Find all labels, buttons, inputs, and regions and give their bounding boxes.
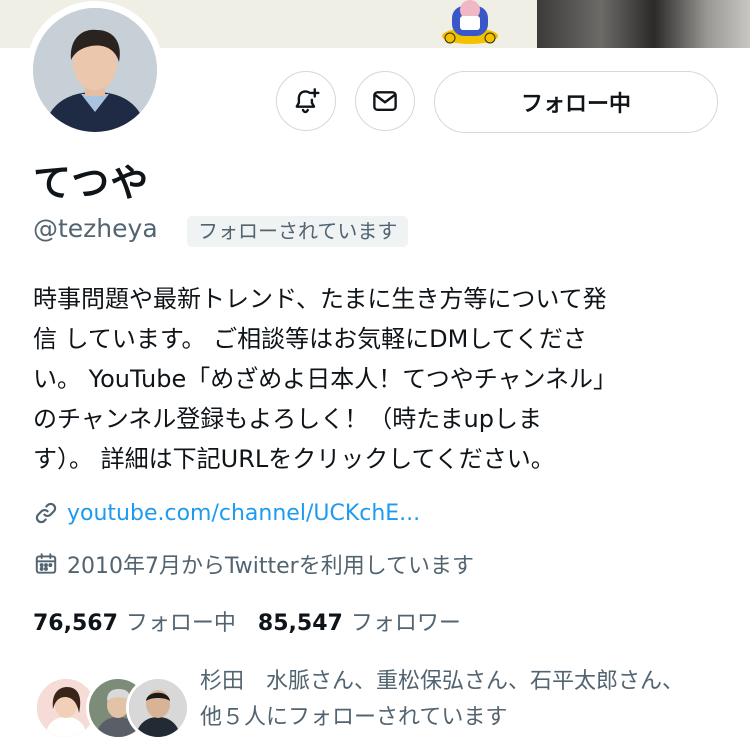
link-icon [35,502,57,524]
calendar-icon [35,553,57,574]
joined-date-row: 2010年7月からTwitterを利用しています [33,548,474,580]
avatar-illustration [33,8,157,132]
following-count: 76,567 [33,611,118,636]
joined-date: 2010年7月からTwitterを利用しています [67,554,475,579]
followed-by-text[interactable]: 杉田 水脈さん、重松保弘さん、石平太郎さん、他５人にフォローされています [200,664,700,736]
following-stat[interactable]: 76,567 フォロー中 [33,605,258,637]
bell-plus-icon [295,88,320,114]
profile-link-row[interactable]: youtube.com/channel/UCKchE... [33,500,420,526]
display-name: てつや [33,161,150,205]
notifications-button[interactable] [276,71,336,131]
message-button[interactable] [355,71,415,131]
envelope-icon [373,91,397,111]
following-label: フォロー中 [125,611,236,636]
banner-mascot-illustration [442,0,498,44]
profile-link[interactable]: youtube.com/channel/UCKchE... [67,501,420,526]
following-button[interactable]: フォロー中 [434,71,718,133]
profile-bio: 時事問題や最新トレンド、たまに生き方等について発 信 しています。 ご相談等はお… [33,285,618,473]
follow-stats: 76,567 フォロー中 85,547 フォロワー [33,605,483,637]
avatar-illustration [129,679,187,737]
followed-by-avatar-3[interactable] [126,676,190,740]
username-handle: @tezheya [33,214,158,243]
followers-label: フォロワー [350,611,461,636]
follows-you-badge: フォローされています [187,216,409,247]
banner-photo [537,0,750,48]
followers-stat[interactable]: 85,547 フォロワー [258,605,483,637]
followers-count: 85,547 [257,611,343,636]
avatar[interactable] [33,8,157,132]
